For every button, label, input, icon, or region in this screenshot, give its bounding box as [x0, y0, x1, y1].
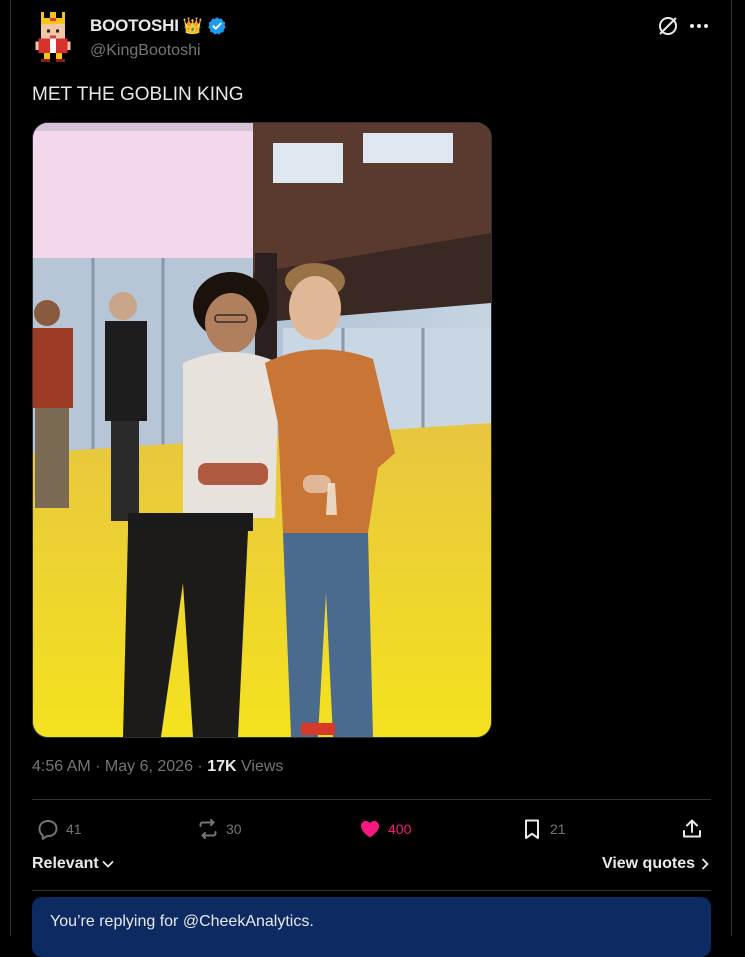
repost-count: 30 — [226, 821, 242, 837]
view-quotes-label: View quotes — [601, 855, 695, 872]
chevron-right-icon — [702, 858, 709, 870]
author-handle[interactable]: @KingBootoshi — [90, 42, 201, 60]
column-border-right — [731, 0, 732, 936]
reply-button[interactable]: 41 — [36, 812, 82, 846]
bookmark-button[interactable]: 21 — [520, 812, 566, 846]
tweet-date[interactable]: May 6, 2026 — [105, 758, 193, 775]
reply-count: 41 — [66, 821, 82, 837]
sort-label: Relevant — [32, 855, 99, 872]
more-icon[interactable] — [686, 14, 712, 38]
grok-icon[interactable] — [656, 14, 680, 38]
view-quotes-link[interactable]: View quotes — [602, 855, 711, 873]
reply-context-banner: You’re replying for @CheekAnalytics. — [32, 897, 711, 957]
bookmark-count: 21 — [550, 821, 566, 837]
share-icon — [683, 819, 701, 838]
repost-icon — [199, 819, 217, 839]
author-avatar[interactable] — [32, 12, 74, 62]
like-count: 400 — [388, 821, 412, 837]
verified-badge-icon — [207, 16, 227, 36]
bookmark-icon — [525, 819, 539, 839]
chevron-down-icon — [102, 861, 114, 868]
divider-top — [32, 799, 711, 800]
tweet-photo[interactable] — [32, 122, 492, 738]
divider-bottom — [32, 890, 711, 891]
reply-icon — [38, 820, 58, 840]
reply-sort-dropdown[interactable]: Relevant — [32, 855, 115, 873]
tweet-time[interactable]: 4:56 AM — [32, 758, 91, 775]
share-button[interactable] — [680, 812, 704, 846]
like-button[interactable]: 400 — [358, 812, 411, 846]
tweet-meta: 4:56 AM · May 6, 2026 · 17K Views — [32, 758, 284, 775]
tweet-text: MET THE GOBLIN KING — [32, 84, 244, 105]
heart-icon — [361, 821, 379, 838]
repost-button[interactable]: 30 — [196, 812, 242, 846]
author-name-row[interactable]: BOOTOSHI 👑 — [90, 16, 227, 36]
views-count: 17K — [207, 758, 237, 775]
column-border-left — [10, 0, 11, 936]
views-label: Views — [241, 758, 284, 775]
reply-banner-text: You’re replying for @CheekAnalytics. — [50, 913, 314, 930]
author-display-name[interactable]: BOOTOSHI — [90, 16, 179, 36]
crown-emoji: 👑 — [182, 18, 203, 35]
tweet-actions: 41 30 400 21 — [32, 812, 711, 846]
